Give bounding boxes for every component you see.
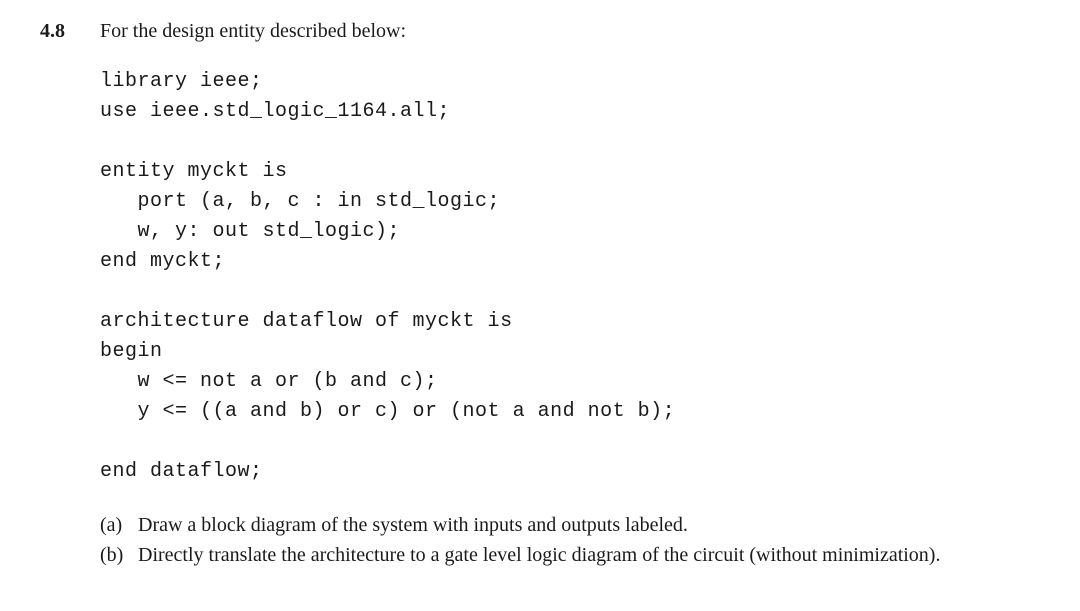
question-label: (b) (100, 541, 138, 569)
question-text: Directly translate the architecture to a… (138, 541, 1040, 569)
question-list: (a) Draw a block diagram of the system w… (100, 511, 1040, 569)
question-item-b: (b) Directly translate the architecture … (100, 541, 1040, 569)
question-label: (a) (100, 511, 138, 539)
question-item-a: (a) Draw a block diagram of the system w… (100, 511, 1040, 539)
exercise-number: 4.8 (40, 20, 100, 43)
question-text: Draw a block diagram of the system with … (138, 511, 1040, 539)
code-listing: library ieee; use ieee.std_logic_1164.al… (100, 67, 1040, 487)
exercise-block: 4.8 For the design entity described belo… (40, 20, 1040, 571)
exercise-body: For the design entity described below: l… (100, 20, 1040, 571)
exercise-intro: For the design entity described below: (100, 20, 1040, 43)
